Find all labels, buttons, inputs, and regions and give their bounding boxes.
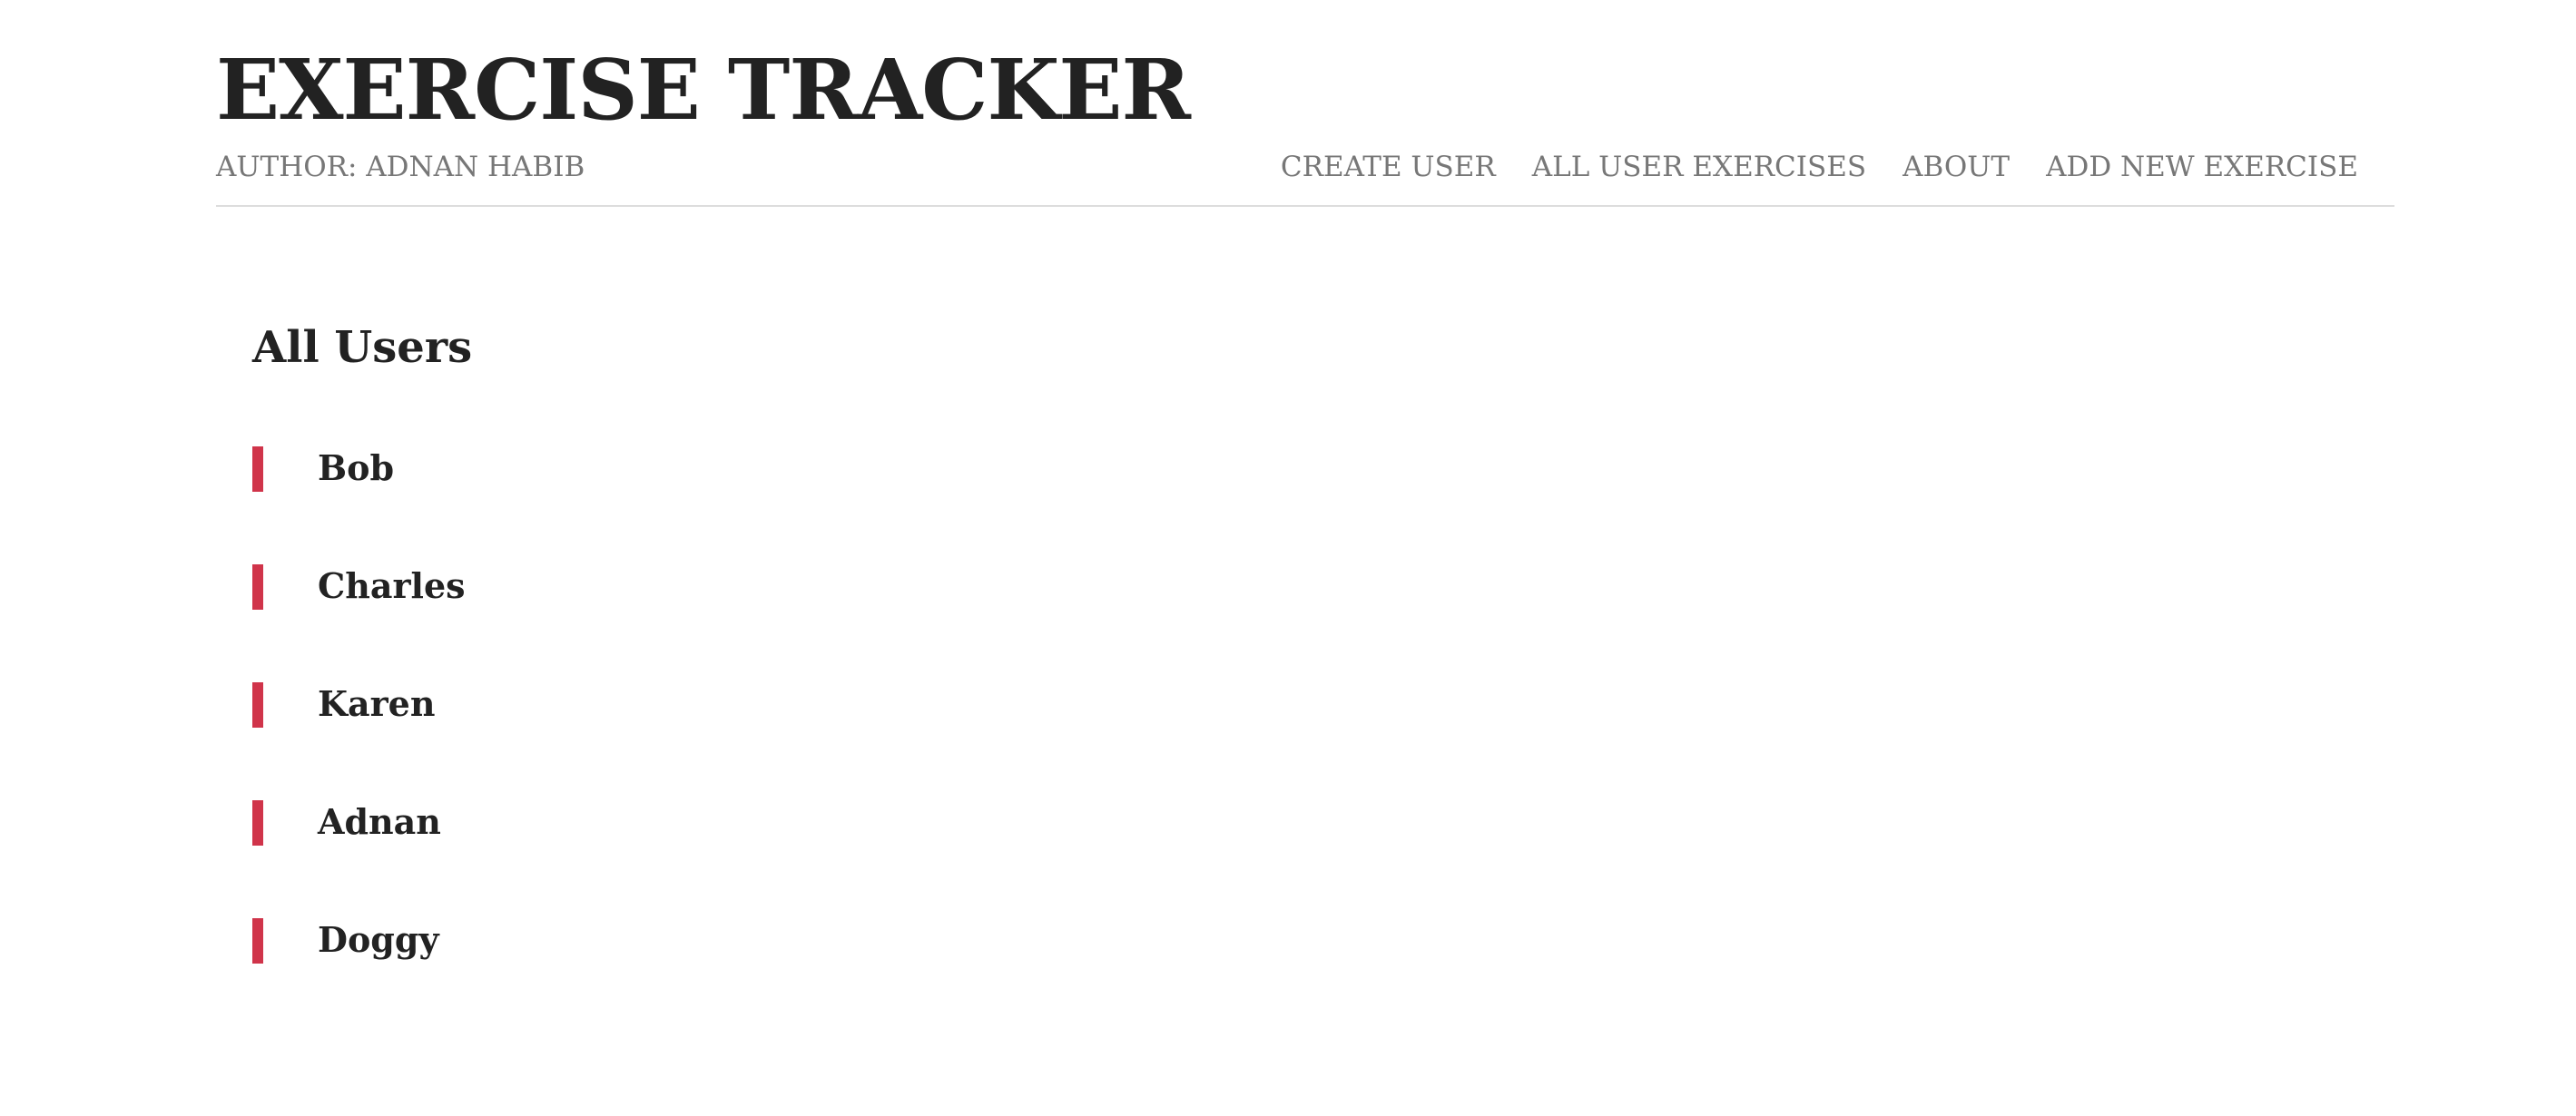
list-marker [252, 918, 263, 964]
main-nav: CREATE USER ALL USER EXERCISES ABOUT ADD… [1281, 149, 2358, 185]
list-marker [252, 682, 263, 728]
main-content: All Users Bob Charles Karen Adnan Doggy [252, 318, 1342, 964]
user-name-link[interactable]: Karen [318, 679, 435, 729]
user-name-link[interactable]: Doggy [318, 915, 439, 965]
nav-link-all-user-exercises[interactable]: ALL USER EXERCISES [1532, 149, 1866, 185]
user-name-link[interactable]: Charles [318, 561, 466, 612]
page-title: All Users [252, 322, 473, 373]
list-marker [252, 446, 263, 492]
list-marker [252, 800, 263, 846]
user-name-link[interactable]: Adnan [318, 797, 441, 847]
nav-link-add-new-exercise[interactable]: ADD NEW EXERCISE [2046, 149, 2358, 185]
nav-link-create-user[interactable]: CREATE USER [1281, 149, 1496, 185]
nav-link-about[interactable]: ABOUT [1903, 149, 2010, 185]
site-title[interactable]: EXERCISE TRACKER [216, 40, 1191, 140]
user-name-link[interactable]: Bob [318, 443, 394, 494]
author-credit: AUTHOR: ADNAN HABIB [216, 151, 585, 183]
site-header: EXERCISE TRACKER AUTHOR: ADNAN HABIB CRE… [216, 0, 2394, 207]
list-marker [252, 564, 263, 610]
